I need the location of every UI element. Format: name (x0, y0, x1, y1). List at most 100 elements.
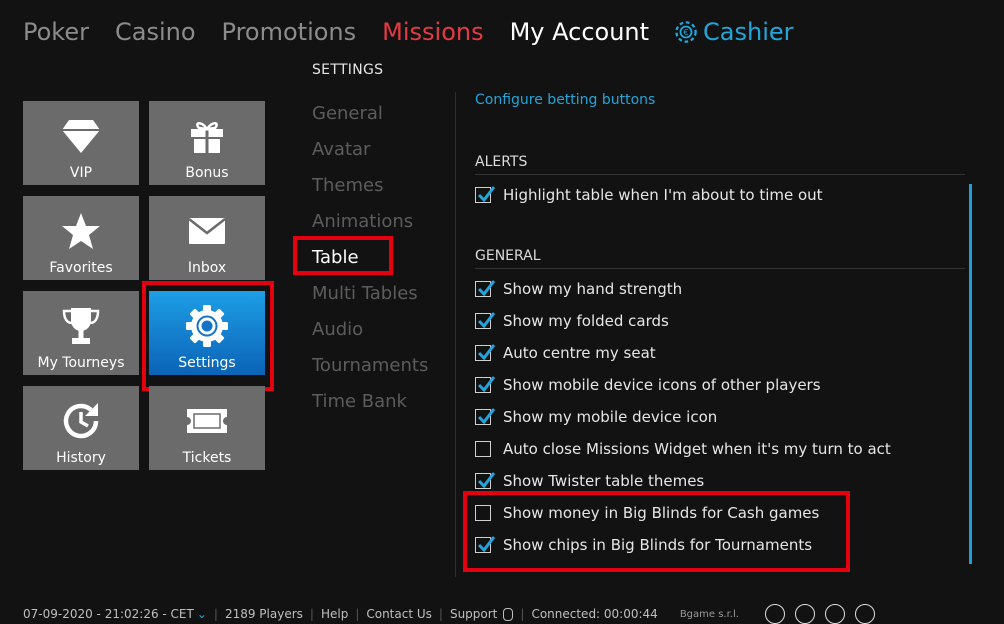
tile-tickets[interactable]: Tickets (149, 386, 265, 470)
tile-tickets-label: Tickets (182, 450, 232, 466)
option-chips-big-blinds-tournaments[interactable]: Show chips in Big Blinds for Tournaments (475, 535, 812, 555)
checkbox[interactable] (475, 344, 496, 361)
footer-connected: Connected: 00:00:44 (531, 607, 658, 621)
option-label: Show mobile device icons of other player… (503, 376, 821, 394)
status-bar: 07-09-2020 - 21:02:26 - CET ⌄ | 2189 Pla… (23, 604, 875, 624)
configure-betting-buttons-link[interactable]: Configure betting buttons (475, 92, 655, 108)
chip-icon: € (675, 21, 697, 43)
tile-settings[interactable]: Settings (149, 291, 265, 375)
chevron-down-icon[interactable]: ⌄ (197, 607, 207, 621)
regulator-logos (764, 604, 875, 624)
nav-my-account[interactable]: My Account (510, 18, 649, 46)
footer-brand: Bgame s.r.l. (679, 608, 739, 620)
tile-favorites[interactable]: Favorites (23, 196, 139, 280)
option-auto-close-missions[interactable]: Auto close Missions Widget when it's my … (475, 439, 891, 459)
footer-players: 2189 Players (224, 607, 303, 621)
scrollbar[interactable] (969, 184, 972, 564)
settings-menu-tournaments[interactable]: Tournaments (312, 352, 428, 388)
divider: | (309, 607, 314, 621)
checkbox[interactable] (475, 376, 496, 393)
settings-menu-general[interactable]: General (312, 100, 428, 136)
tile-history-label: History (56, 450, 106, 466)
divider: | (213, 607, 218, 621)
tile-bonus[interactable]: Bonus (149, 101, 265, 185)
tile-history[interactable]: History (23, 386, 139, 470)
divider: | (520, 607, 525, 621)
agency-logo-icon (794, 604, 815, 624)
divider: | (355, 607, 360, 621)
option-label: Show my mobile device icon (503, 408, 718, 426)
facebook-icon[interactable] (854, 604, 875, 624)
option-mobile-icons-others[interactable]: Show mobile device icons of other player… (475, 375, 821, 395)
settings-menu-themes[interactable]: Themes (312, 172, 428, 208)
option-folded-cards[interactable]: Show my folded cards (475, 311, 669, 331)
option-label: Show Twister table themes (503, 472, 705, 490)
option-highlight-timeout[interactable]: Highlight table when I'm about to time o… (475, 185, 823, 205)
tile-vip[interactable]: VIP (23, 101, 139, 185)
footer-contact-link[interactable]: Contact Us (366, 607, 432, 621)
trophy-icon (62, 308, 100, 344)
checkbox[interactable] (475, 505, 491, 521)
checkbox[interactable] (475, 312, 496, 329)
alerts-section-title: ALERTS (475, 154, 965, 175)
settings-menu-multi-tables[interactable]: Multi Tables (312, 280, 428, 316)
settings-menu-audio[interactable]: Audio (312, 316, 428, 352)
tile-inbox-label: Inbox (187, 260, 227, 276)
nav-casino[interactable]: Casino (115, 18, 196, 46)
footer-support-link[interactable]: Support (450, 607, 497, 621)
settings-menu-animations[interactable]: Animations (312, 208, 428, 244)
general-section-title: GENERAL (475, 248, 965, 269)
option-label: Show my folded cards (503, 312, 669, 330)
checkbox[interactable] (475, 408, 496, 425)
tile-bonus-label: Bonus (185, 165, 229, 181)
divider: | (438, 607, 443, 621)
adm-logo-icon (764, 604, 785, 624)
option-hand-strength[interactable]: Show my hand strength (475, 279, 682, 299)
footer-help-link[interactable]: Help (321, 607, 348, 621)
diamond-icon (62, 120, 100, 153)
nav-promotions[interactable]: Promotions (222, 18, 357, 46)
gear-icon (186, 305, 228, 347)
vertical-divider (455, 92, 456, 577)
gift-icon (191, 122, 223, 153)
option-label: Show chips in Big Blinds for Tournaments (503, 536, 813, 554)
microphone-icon[interactable] (503, 607, 514, 621)
settings-heading: SETTINGS (312, 62, 384, 78)
envelope-icon (188, 218, 226, 244)
settings-menu-table[interactable]: Table (312, 244, 428, 280)
tile-inbox[interactable]: Inbox (149, 196, 265, 280)
settings-menu: General Avatar Themes Animations Table M… (312, 100, 428, 424)
tile-settings-label: Settings (178, 355, 236, 371)
option-label: Auto centre my seat (503, 344, 656, 362)
option-auto-centre-seat[interactable]: Auto centre my seat (475, 343, 656, 363)
option-label: Highlight table when I'm about to time o… (503, 186, 823, 204)
checkbox[interactable] (475, 536, 496, 553)
nav-missions[interactable]: Missions (382, 18, 483, 46)
option-label: Show my hand strength (503, 280, 683, 298)
tile-favorites-label: Favorites (49, 260, 113, 276)
tile-vip-label: VIP (69, 165, 93, 181)
checkbox[interactable] (475, 441, 491, 457)
checkbox[interactable] (475, 472, 496, 489)
star-icon (62, 213, 100, 249)
ticket-icon (187, 409, 227, 433)
nav-poker[interactable]: Poker (23, 18, 89, 46)
top-navigation: Poker Casino Promotions Missions My Acco… (23, 14, 820, 50)
option-twister-themes[interactable]: Show Twister table themes (475, 471, 704, 491)
svg-text:€: € (683, 27, 688, 37)
nav-cashier[interactable]: € Cashier (675, 18, 794, 46)
history-icon (63, 403, 99, 439)
option-my-mobile-icon[interactable]: Show my mobile device icon (475, 407, 717, 427)
nav-cashier-label: Cashier (703, 18, 794, 46)
option-label: Auto close Missions Widget when it's my … (503, 440, 891, 458)
settings-menu-time-bank[interactable]: Time Bank (312, 388, 428, 424)
option-money-big-blinds-cash[interactable]: Show money in Big Blinds for Cash games (475, 503, 819, 523)
footer-datetime: 07-09-2020 - 21:02:26 - CET (23, 607, 194, 621)
tile-my-tourneys-label: My Tourneys (37, 355, 125, 371)
tile-my-tourneys[interactable]: My Tourneys (23, 291, 139, 375)
age-18-icon (824, 604, 845, 624)
checkbox[interactable] (475, 186, 496, 203)
checkbox[interactable] (475, 280, 496, 297)
option-label: Show money in Big Blinds for Cash games (503, 504, 820, 522)
settings-menu-avatar[interactable]: Avatar (312, 136, 428, 172)
